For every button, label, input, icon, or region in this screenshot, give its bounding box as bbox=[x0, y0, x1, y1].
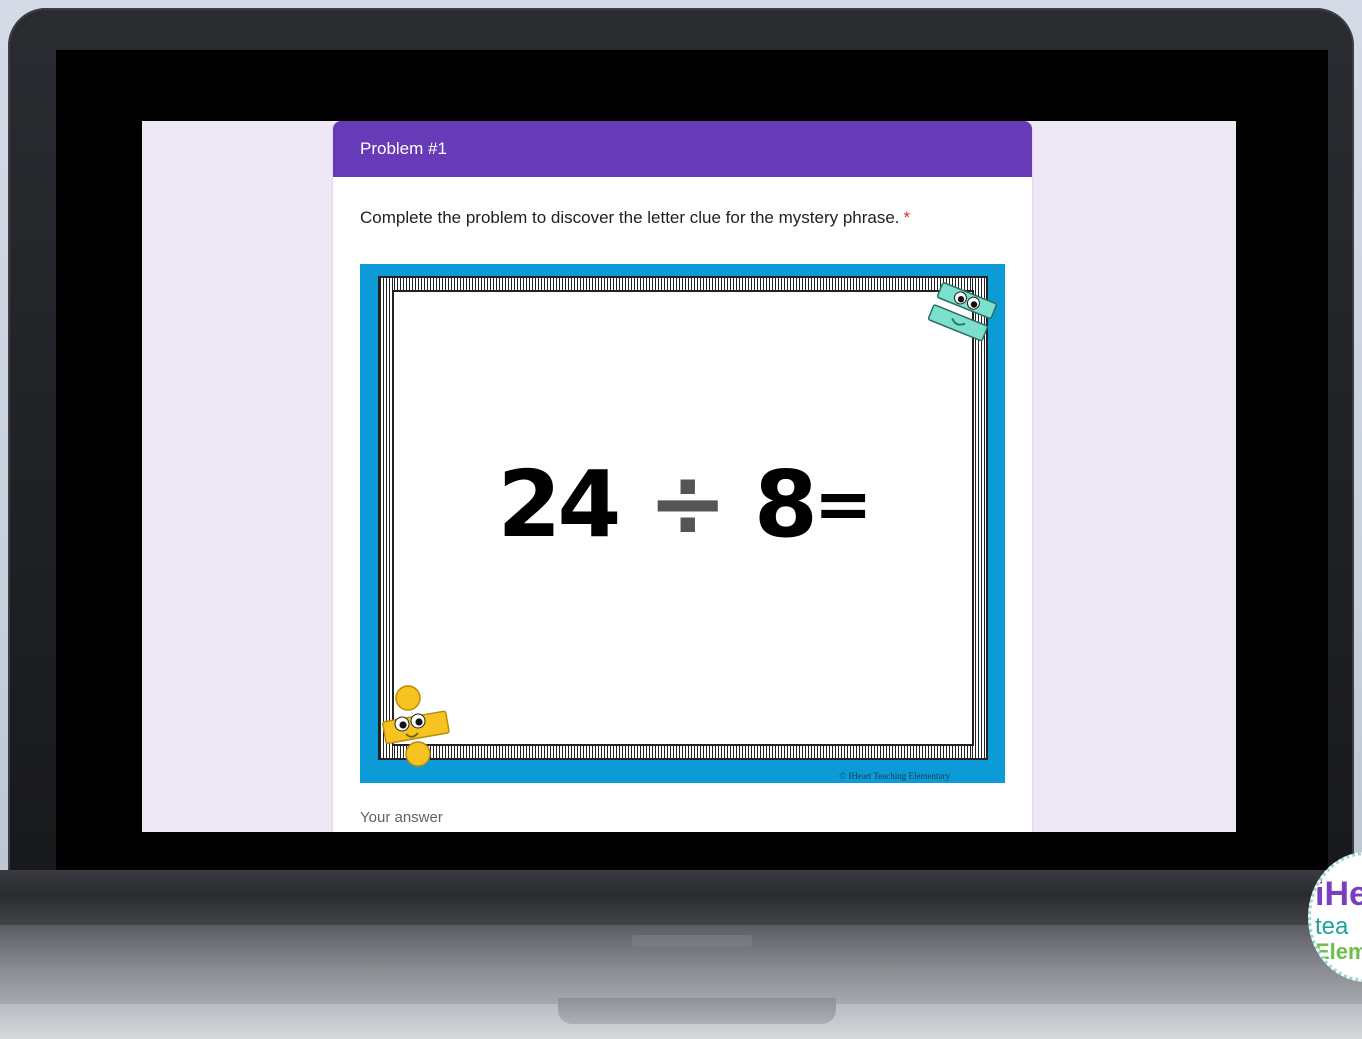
answer-input[interactable]: Your answer bbox=[360, 809, 443, 826]
problem-image: 24 ÷ 8= © IHeart Teaching Elementary bbox=[360, 264, 1005, 783]
divide-sign: ÷ bbox=[647, 447, 727, 559]
divisor: 8 bbox=[753, 451, 818, 558]
google-form-screen: Problem #1 Complete the problem to disco… bbox=[142, 121, 1236, 832]
equals-sign: = bbox=[813, 463, 873, 545]
badge-line-1: iHe bbox=[1315, 875, 1362, 913]
required-asterisk: * bbox=[903, 208, 911, 227]
division-equation: 24 ÷ 8= bbox=[394, 447, 972, 559]
badge-line-3: Elem bbox=[1315, 939, 1362, 964]
laptop-open-notch bbox=[558, 998, 836, 1024]
question-text: Complete the problem to discover the let… bbox=[360, 208, 910, 228]
problem-frame-inner: 24 ÷ 8= bbox=[392, 290, 974, 746]
problem-frame: 24 ÷ 8= bbox=[378, 276, 988, 760]
form-question-card: Problem #1 Complete the problem to disco… bbox=[333, 121, 1032, 832]
section-title: Problem #1 bbox=[360, 139, 447, 158]
plus-mascot-icon bbox=[381, 685, 450, 767]
badge-line-2: tea bbox=[1315, 913, 1349, 940]
copyright-text: © IHeart Teaching Elementary bbox=[839, 771, 950, 781]
question-label: Complete the problem to discover the let… bbox=[360, 208, 900, 227]
divide-mascot-icon bbox=[927, 282, 997, 342]
laptop-brand-mark bbox=[632, 935, 752, 947]
laptop-hinge bbox=[0, 870, 1362, 930]
dividend: 24 bbox=[497, 451, 621, 558]
section-header: Problem #1 bbox=[333, 121, 1032, 177]
laptop-scene: Problem #1 Complete the problem to disco… bbox=[0, 0, 1362, 1039]
